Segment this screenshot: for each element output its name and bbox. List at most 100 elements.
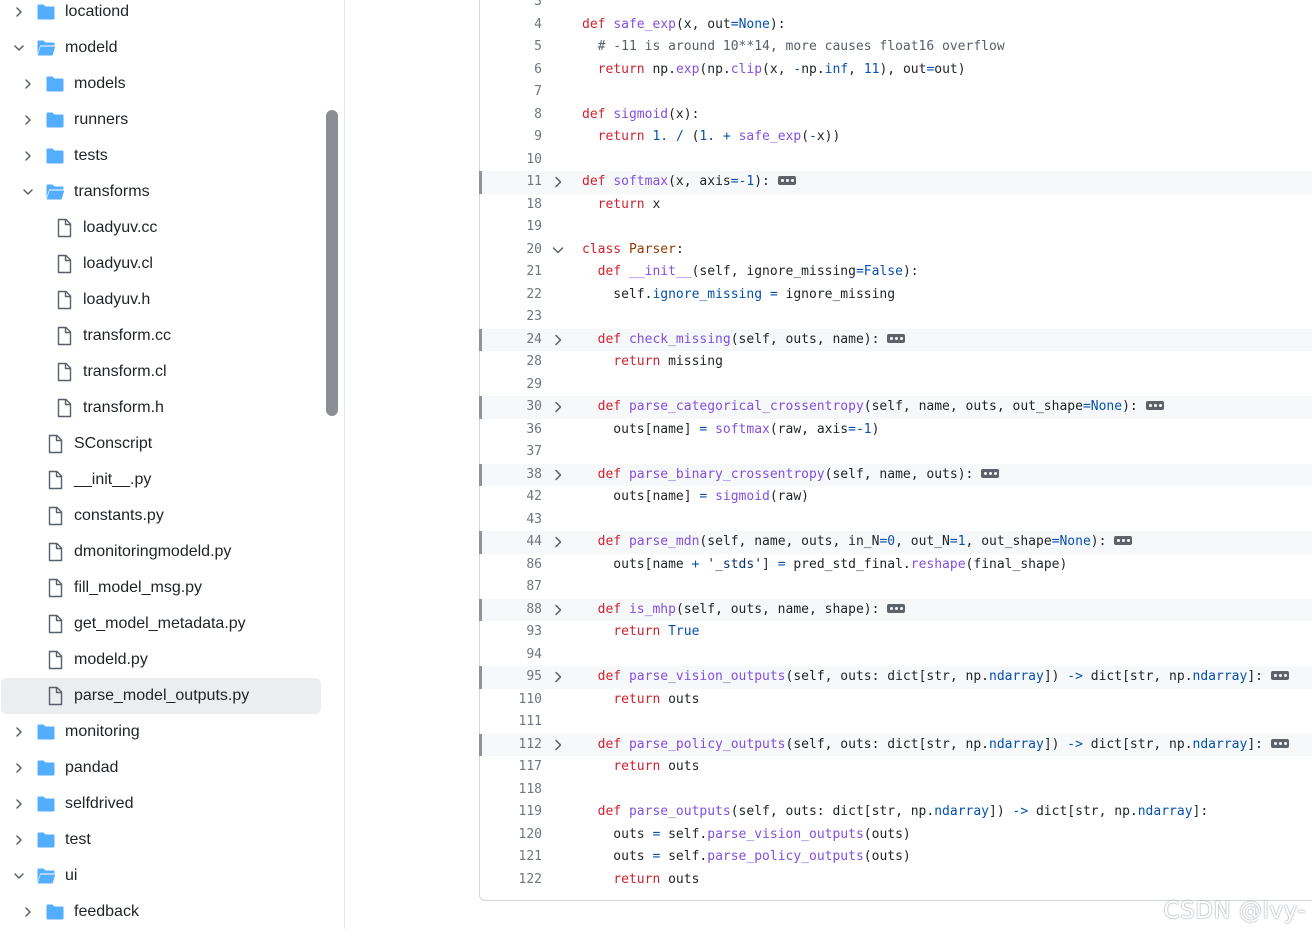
- chevron-right-icon[interactable]: [10, 3, 28, 21]
- line-number[interactable]: 24: [482, 329, 542, 352]
- line-number[interactable]: 20: [482, 239, 542, 262]
- fold-expand-icon[interactable]: [552, 469, 564, 481]
- code-line: 87: [479, 576, 1312, 599]
- chevron-right-icon[interactable]: [19, 903, 37, 921]
- line-number[interactable]: 6: [482, 59, 542, 82]
- chevron-right-icon[interactable]: [19, 147, 37, 165]
- chevron-right-icon[interactable]: [10, 723, 28, 741]
- tree-file-item[interactable]: get_model_metadata.py: [19, 606, 246, 642]
- folder-icon: [36, 722, 56, 742]
- tree-folder-item[interactable]: pandad: [10, 750, 118, 786]
- folded-code-ellipsis-button[interactable]: [1270, 738, 1289, 748]
- line-number[interactable]: 94: [482, 644, 542, 667]
- chevron-down-icon[interactable]: [10, 39, 28, 57]
- line-number[interactable]: 43: [482, 509, 542, 532]
- folded-code-ellipsis-button[interactable]: [981, 468, 1000, 478]
- chevron-right-icon[interactable]: [10, 759, 28, 777]
- tree-folder-item[interactable]: modeld: [10, 30, 117, 66]
- tree-folder-item[interactable]: feedback: [19, 894, 139, 929]
- folded-code-ellipsis-button[interactable]: [777, 176, 796, 185]
- line-number[interactable]: 22: [482, 284, 542, 307]
- fold-expand-icon[interactable]: [552, 536, 564, 548]
- chevron-down-icon[interactable]: [10, 867, 28, 885]
- tree-folder-item[interactable]: selfdrived: [10, 786, 133, 822]
- folded-code-ellipsis-button[interactable]: [1145, 401, 1164, 410]
- line-number[interactable]: 95: [482, 666, 542, 689]
- line-number[interactable]: 93: [482, 621, 542, 644]
- line-number[interactable]: 30: [482, 396, 542, 419]
- line-number[interactable]: 118: [482, 779, 542, 802]
- tree-folder-item[interactable]: monitoring: [10, 714, 140, 750]
- chevron-right-icon[interactable]: [19, 111, 37, 129]
- tree-file-item[interactable]: loadyuv.cl: [28, 246, 153, 282]
- fold-expand-icon[interactable]: [552, 604, 564, 616]
- line-number[interactable]: 3: [482, 0, 542, 14]
- tree-folder-item[interactable]: runners: [19, 102, 128, 138]
- line-number[interactable]: 7: [482, 81, 542, 104]
- line-number[interactable]: 11: [482, 171, 542, 194]
- fold-collapse-icon[interactable]: [552, 244, 564, 256]
- tree-file-item[interactable]: constants.py: [19, 498, 164, 534]
- line-number[interactable]: 87: [482, 576, 542, 599]
- chevron-right-icon[interactable]: [19, 75, 37, 93]
- tree-folder-item[interactable]: models: [19, 66, 126, 102]
- tree-folder-item[interactable]: ui: [10, 858, 77, 894]
- line-number[interactable]: 122: [482, 869, 542, 892]
- line-number[interactable]: 36: [482, 419, 542, 442]
- fold-expand-icon[interactable]: [552, 334, 564, 346]
- line-number[interactable]: 120: [482, 824, 542, 847]
- line-number[interactable]: 4: [482, 14, 542, 37]
- line-number[interactable]: 9: [482, 126, 542, 149]
- tree-file-item[interactable]: transform.cc: [28, 318, 171, 354]
- line-number[interactable]: 110: [482, 689, 542, 712]
- folded-code-ellipsis-button[interactable]: [887, 603, 906, 613]
- tree-file-item[interactable]: dmonitoringmodeld.py: [19, 534, 231, 570]
- tree-file-item[interactable]: transform.cl: [28, 354, 167, 390]
- line-number[interactable]: 5: [482, 36, 542, 59]
- tree-file-item[interactable]: __init__.py: [19, 462, 151, 498]
- tree-folder-item[interactable]: locationd: [10, 0, 129, 30]
- folded-code-ellipsis-button[interactable]: [1270, 671, 1289, 680]
- line-number[interactable]: 88: [482, 599, 542, 622]
- line-number[interactable]: 28: [482, 351, 542, 374]
- fold-expand-icon[interactable]: [552, 671, 564, 683]
- line-number[interactable]: 117: [482, 756, 542, 779]
- tree-file-item[interactable]: transform.h: [28, 390, 164, 426]
- line-number[interactable]: 37: [482, 441, 542, 464]
- line-number[interactable]: 86: [482, 554, 542, 577]
- line-number[interactable]: 38: [482, 464, 542, 487]
- tree-file-item[interactable]: loadyuv.cc: [28, 210, 157, 246]
- line-number[interactable]: 23: [482, 306, 542, 329]
- chevron-down-icon[interactable]: [19, 183, 37, 201]
- chevron-right-icon[interactable]: [10, 795, 28, 813]
- tree-file-item[interactable]: parse_model_outputs.py: [1, 678, 321, 714]
- tree-item-label: tests: [74, 147, 108, 164]
- line-number[interactable]: 29: [482, 374, 542, 397]
- line-number[interactable]: 111: [482, 711, 542, 734]
- fold-expand-icon[interactable]: [552, 401, 564, 413]
- line-number[interactable]: 42: [482, 486, 542, 509]
- line-number[interactable]: 21: [482, 261, 542, 284]
- line-number[interactable]: 121: [482, 846, 542, 869]
- tree-folder-item[interactable]: test: [10, 822, 91, 858]
- sidebar-scrollbar[interactable]: [326, 110, 338, 416]
- line-number[interactable]: 19: [482, 216, 542, 239]
- tree-file-item[interactable]: loadyuv.h: [28, 282, 150, 318]
- fold-expand-icon[interactable]: [552, 176, 564, 188]
- tree-file-item[interactable]: fill_model_msg.py: [19, 570, 202, 606]
- line-number[interactable]: 112: [482, 734, 542, 757]
- line-number[interactable]: 8: [482, 104, 542, 127]
- tree-file-item[interactable]: modeld.py: [19, 642, 148, 678]
- line-number[interactable]: 119: [482, 801, 542, 824]
- chevron-right-icon[interactable]: [10, 831, 28, 849]
- code-line: 22 self.ignore_missing = ignore_missing: [479, 284, 1312, 307]
- tree-folder-item[interactable]: tests: [19, 138, 108, 174]
- line-number[interactable]: 10: [482, 149, 542, 172]
- folded-code-ellipsis-button[interactable]: [1114, 536, 1133, 545]
- folded-code-ellipsis-button[interactable]: [887, 333, 906, 343]
- tree-file-item[interactable]: SConscript: [19, 426, 152, 462]
- fold-expand-icon[interactable]: [552, 739, 564, 751]
- line-number[interactable]: 18: [482, 194, 542, 217]
- line-number[interactable]: 44: [482, 531, 542, 554]
- tree-folder-item[interactable]: transforms: [19, 174, 150, 210]
